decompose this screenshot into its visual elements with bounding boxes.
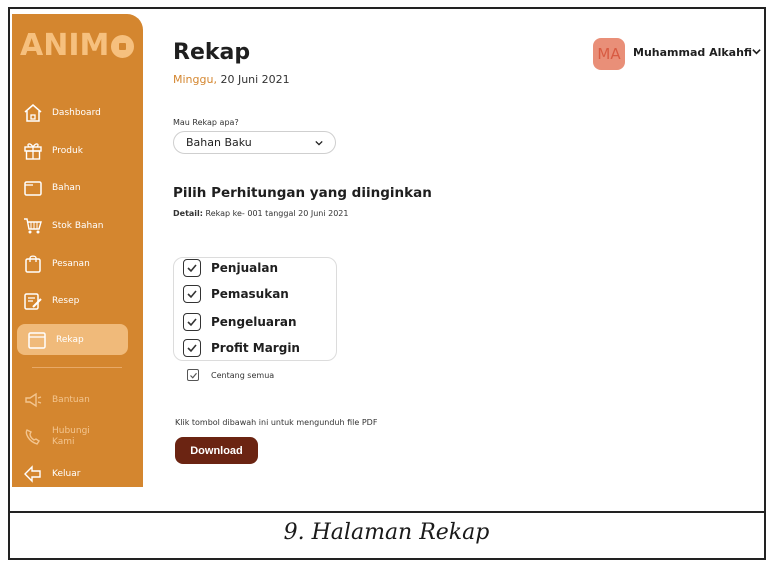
detail-text: Rekap ke- 001 tanggal 20 Juni 2021: [202, 209, 349, 218]
option-penjualan[interactable]: Penjualan: [183, 258, 278, 278]
option-label: Penjualan: [211, 261, 278, 275]
rekap-type-select[interactable]: Bahan Baku: [173, 131, 336, 154]
gift-icon: [22, 140, 44, 162]
sidebar-item-label: Stok Bahan: [52, 221, 104, 231]
sidebar-item-label: Bantuan: [52, 395, 90, 405]
rekap-type-label: Mau Rekap apa?: [173, 118, 239, 127]
date-text: 20 Juni 2021: [216, 73, 290, 86]
check-icon: [187, 264, 197, 273]
check-icon: [187, 318, 197, 327]
cart-icon: [22, 215, 44, 237]
folder-icon: [22, 177, 44, 199]
sidebar-item-label: Hubungi Kami: [52, 426, 90, 447]
check-all-option[interactable]: Centang semua: [187, 367, 274, 383]
frame-divider: [10, 511, 764, 513]
sidebar-item-label: Rekap: [56, 334, 84, 345]
sidebar-item-produk[interactable]: Produk: [12, 136, 132, 166]
rekap-detail: Detail: Rekap ke- 001 tanggal 20 Juni 20…: [173, 209, 348, 218]
check-icon: [189, 372, 197, 379]
detail-label: Detail:: [173, 209, 203, 218]
sidebar-item-label: Bahan: [52, 183, 81, 193]
app-logo[interactable]: ANIM: [20, 28, 135, 63]
sidebar-item-keluar[interactable]: Keluar: [12, 459, 132, 489]
chevron-down-icon: [315, 140, 323, 146]
sidebar-item-label: Resep: [52, 296, 80, 306]
checkbox[interactable]: [183, 313, 201, 331]
checkbox[interactable]: [183, 339, 201, 357]
sidebar-item-label: Keluar: [52, 469, 81, 479]
sidebar-item-stok-bahan[interactable]: Stok Bahan: [12, 211, 132, 241]
sidebar-item-rekap[interactable]: Rekap: [17, 324, 128, 355]
logo-o-icon: [111, 35, 135, 58]
shopping-bag-icon: [22, 253, 44, 275]
sidebar-item-bahan[interactable]: Bahan: [12, 173, 132, 203]
check-all-checkbox[interactable]: [187, 369, 199, 381]
sidebar-item-resep[interactable]: Resep: [12, 286, 132, 316]
phone-icon: [22, 426, 44, 448]
option-profit-margin[interactable]: Profit Margin: [183, 338, 300, 358]
page-title: Rekap: [173, 40, 251, 65]
sidebar-item-pesanan[interactable]: Pesanan: [12, 249, 132, 279]
option-label: Pengeluaran: [211, 315, 297, 329]
logo-text: ANIM: [20, 28, 110, 63]
option-pemasukan[interactable]: Pemasukan: [183, 284, 289, 304]
checkbox[interactable]: [183, 259, 201, 277]
option-pengeluaran[interactable]: Pengeluaran: [183, 312, 297, 332]
sidebar-item-bantuan[interactable]: Bantuan: [12, 385, 132, 415]
recipe-icon: [22, 290, 44, 312]
section-title: Pilih Perhitungan yang diinginkan: [173, 185, 432, 201]
chevron-down-icon[interactable]: [752, 47, 761, 56]
sidebar-item-label: Pesanan: [52, 259, 90, 269]
user-name[interactable]: Muhammad Alkahfi: [633, 46, 752, 59]
download-hint: Klik tombol dibawah ini untuk mengunduh …: [175, 418, 378, 427]
option-label: Pemasukan: [211, 287, 289, 301]
avatar[interactable]: MA: [593, 38, 625, 70]
option-label: Profit Margin: [211, 341, 300, 355]
download-button[interactable]: Download: [175, 437, 258, 464]
select-value: Bahan Baku: [186, 136, 252, 149]
check-all-label: Centang semua: [211, 370, 275, 380]
home-icon: [22, 102, 44, 124]
figure-caption: 9. Halaman Rekap: [283, 520, 490, 545]
check-icon: [187, 344, 197, 353]
check-icon: [187, 290, 197, 299]
sidebar-item-label: Produk: [52, 146, 83, 156]
sidebar-item-label: Dashboard: [52, 108, 101, 118]
sidebar-divider: [32, 367, 122, 368]
date-day: Minggu,: [173, 73, 217, 86]
rekap-icon: [26, 329, 48, 351]
sidebar-item-dashboard[interactable]: Dashboard: [12, 98, 132, 128]
sidebar-item-hubungi-kami[interactable]: Hubungi Kami: [12, 420, 132, 454]
page-date: Minggu, 20 Juni 2021: [173, 73, 290, 86]
checkbox[interactable]: [183, 285, 201, 303]
logout-icon: [22, 463, 44, 485]
megaphone-icon: [22, 389, 44, 411]
